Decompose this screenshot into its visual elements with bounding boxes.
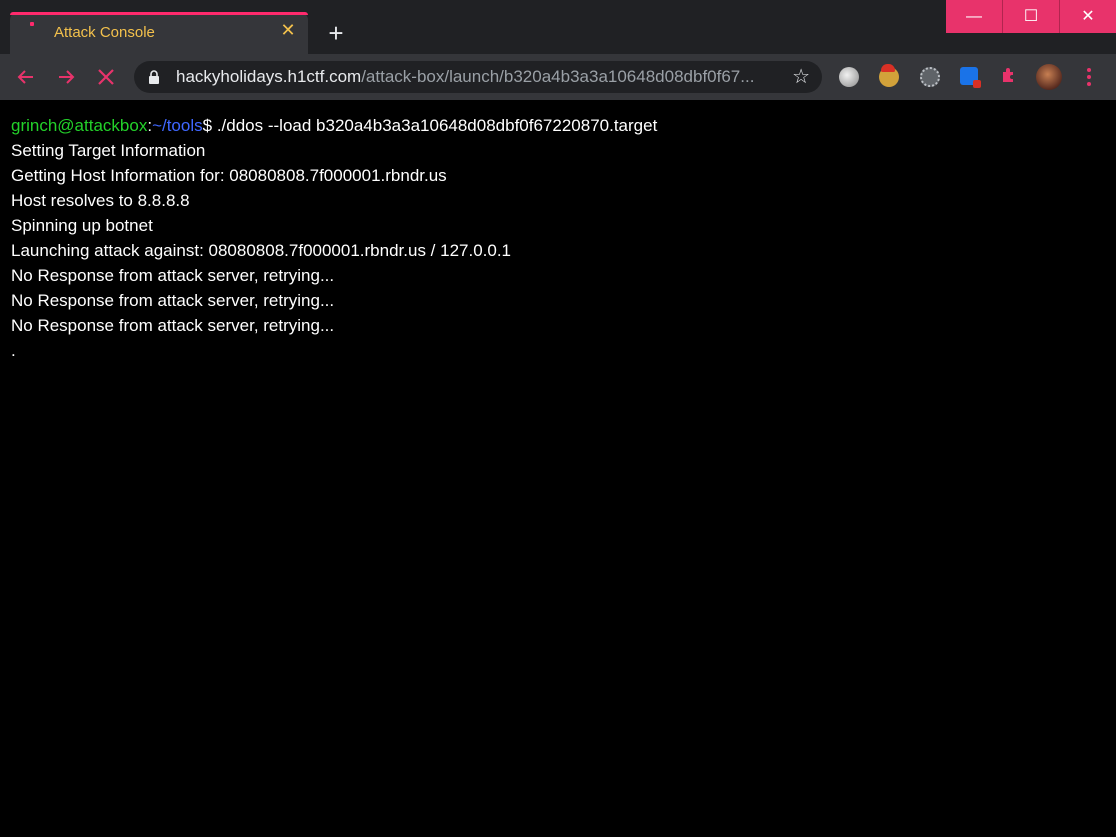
url-text[interactable]: hackyholidays.h1ctf.com/attack-box/launc… — [176, 67, 776, 87]
profile-avatar[interactable] — [1036, 64, 1062, 90]
back-button[interactable] — [10, 61, 42, 93]
extension-gear-icon[interactable] — [920, 67, 940, 87]
tab-attack-console[interactable]: Attack Console ✕ — [10, 12, 308, 54]
terminal-output-line: Getting Host Information for: 08080808.7… — [11, 166, 447, 185]
window-close-button[interactable]: ✕ — [1060, 0, 1116, 33]
terminal-output[interactable]: grinch@attackbox:~/tools$ ./ddos --load … — [0, 100, 1116, 837]
lock-icon — [149, 70, 159, 84]
tab-title: Attack Console — [54, 24, 155, 41]
stop-loading-button[interactable] — [90, 61, 122, 93]
url-host: hackyholidays.h1ctf.com — [176, 67, 362, 86]
tab-close-icon[interactable]: ✕ — [278, 20, 298, 40]
terminal-output-line: No Response from attack server, retrying… — [11, 291, 335, 310]
extension-shield-icon[interactable] — [960, 67, 981, 88]
address-bar[interactable]: hackyholidays.h1ctf.com/attack-box/launc… — [134, 61, 822, 93]
browser-toolbar: hackyholidays.h1ctf.com/attack-box/launc… — [0, 54, 1116, 100]
forward-button[interactable] — [50, 61, 82, 93]
close-icon — [98, 69, 114, 85]
more-vert-icon[interactable] — [1080, 64, 1098, 90]
extension-santa-icon[interactable] — [879, 64, 899, 87]
favicon-icon — [30, 22, 34, 26]
terminal-command: ./ddos --load b320a4b3a3a10648d08dbf0f67… — [216, 116, 658, 135]
terminal-output-line: No Response from attack server, retrying… — [11, 316, 335, 335]
bookmark-star-icon[interactable]: ☆ — [792, 65, 810, 89]
terminal-output-line: Spinning up botnet — [11, 216, 153, 235]
extension-globe-icon[interactable] — [839, 67, 859, 87]
menu-dots — [1087, 68, 1091, 86]
arrow-left-icon — [17, 70, 33, 84]
minimize-button[interactable]: — — [946, 0, 1002, 33]
terminal-lines: grinch@attackbox:~/tools$ ./ddos --load … — [11, 115, 657, 365]
new-tab-button[interactable]: + — [322, 20, 350, 48]
maximize-button[interactable]: ☐ — [1003, 0, 1059, 33]
terminal-output-line: Launching attack against: 08080808.7f000… — [11, 241, 512, 260]
tab-strip: Attack Console ✕ + — ☐ ✕ — [0, 0, 1116, 54]
terminal-output-line: Setting Target Information — [11, 141, 206, 160]
prompt-symbol: $ — [202, 116, 217, 135]
prompt-user-host: grinch@attackbox — [11, 116, 148, 135]
arrow-right-icon — [59, 70, 75, 84]
puzzle-icon — [1003, 68, 1013, 82]
tab-accent-bar — [10, 12, 308, 15]
prompt-directory: ~/tools — [152, 116, 203, 135]
terminal-output-line: No Response from attack server, retrying… — [11, 266, 335, 285]
extensions-puzzle-icon[interactable] — [999, 66, 1019, 86]
terminal-output-line: Host resolves to 8.8.8.8 — [11, 191, 190, 210]
terminal-prompt-line: grinch@attackbox:~/tools$ ./ddos --load … — [11, 115, 657, 140]
terminal-progress-dot: . — [11, 341, 16, 360]
url-path: /attack-box/launch/b320a4b3a3a10648d08db… — [361, 67, 755, 86]
